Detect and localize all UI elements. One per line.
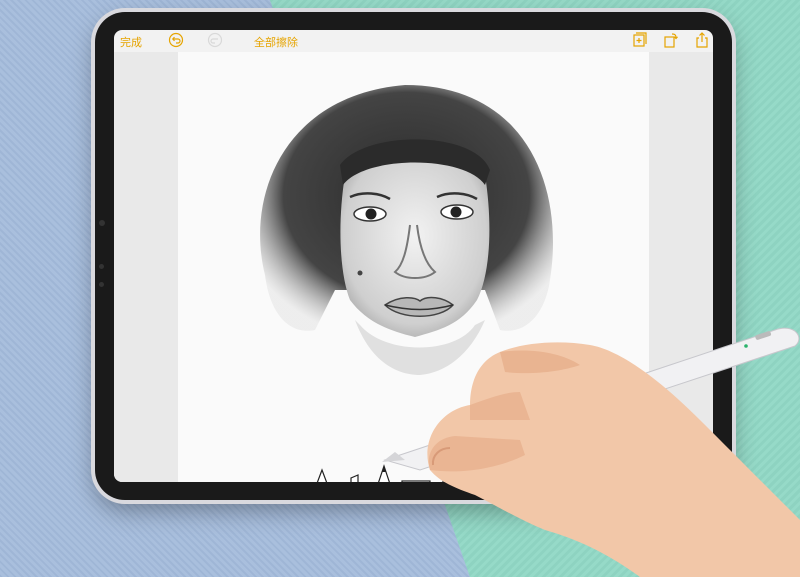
add-page-icon[interactable]	[632, 32, 648, 48]
pencil-portrait-sketch	[260, 85, 554, 375]
right-page-margin	[649, 52, 713, 482]
done-button[interactable]: 完成	[120, 34, 142, 50]
eraser-tool-icon[interactable]	[401, 480, 431, 482]
marker-tool-icon[interactable]	[346, 472, 364, 482]
undo-icon[interactable]	[168, 32, 184, 48]
pencil-tool-icon[interactable]	[376, 464, 392, 482]
tablet-sensor	[99, 264, 104, 269]
tablet-camera	[99, 220, 105, 226]
ruler-tool-icon[interactable]	[442, 480, 456, 482]
left-page-margin	[114, 52, 178, 482]
top-toolbar: 完成 全部擦除	[114, 30, 713, 52]
rotate-icon[interactable]	[663, 32, 679, 48]
drawing-tool-palette	[314, 462, 554, 482]
redo-icon[interactable]	[207, 32, 223, 48]
clear-all-button[interactable]: 全部擦除	[254, 34, 298, 50]
share-icon[interactable]	[694, 32, 710, 48]
tablet-sensor-2	[99, 282, 104, 287]
pen-tool-icon[interactable]	[314, 468, 330, 482]
